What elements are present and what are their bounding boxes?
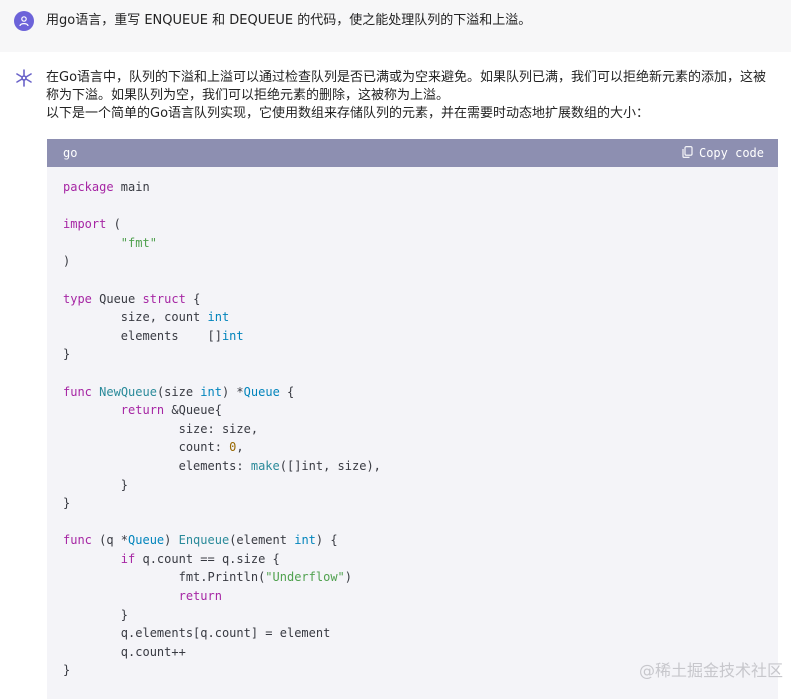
code-token: , [236,440,244,455]
code-token: (q * [91,533,129,548]
code-token: { [185,291,201,306]
code-token: } [63,347,71,362]
code-token: struct [142,291,186,306]
code-token: int [207,310,230,325]
code-token: q.count == q.size { [135,551,280,566]
code-token: "fmt" [120,235,157,250]
code-line: size, count int [63,308,762,327]
code-token: Queue [243,384,280,399]
code-token: int [294,533,316,548]
code-token: ) [63,254,71,269]
code-token: make [250,458,280,473]
assistant-logo-icon [13,67,35,89]
code-token: Enqueue [178,533,230,548]
code-token: return [120,403,165,418]
code-token: ([]int, size), [279,458,381,473]
code-line: count: 0, [63,438,762,457]
code-line: size: size, [63,420,762,439]
copy-code-label: Copy code [698,146,764,160]
code-line: } [63,345,762,364]
code-line: return &Queue{ [63,401,762,420]
code-token: NewQueue [99,384,157,399]
code-line: } [63,494,762,513]
code-content: package main import ( "fmt") type Queue … [47,167,778,680]
clipboard-icon [682,145,693,161]
code-line: q.elements[q.count] = element [63,624,762,643]
code-line: ) [63,252,762,271]
user-message-row: 用go语言，重写 ENQUEUE 和 DEQUEUE 的代码，使之能处理队列的下… [0,0,791,52]
code-token: ) { [315,533,338,548]
code-token: elements [] [63,328,222,343]
code-line: } [63,606,762,625]
code-line: import ( [63,215,762,234]
code-line: func (q *Queue) Enqueue(element int) { [63,531,762,550]
code-line: fmt.Println("Underflow") [63,568,762,587]
user-avatar-icon [14,11,34,31]
code-token: } [63,477,129,492]
code-language-label: go [63,146,78,160]
code-token: func [63,384,92,399]
code-token: { [279,384,295,399]
watermark-text: @稀土掘金技术社区 [638,661,783,680]
code-token: } [63,663,71,678]
code-line: elements: make([]int, size), [63,457,762,476]
code-token: elements: [63,458,251,473]
code-token: size: size, [63,421,259,436]
code-token: (size [156,384,201,399]
user-message-text: 用go语言，重写 ENQUEUE 和 DEQUEUE 的代码，使之能处理队列的下… [46,13,532,28]
answer-paragraph-1: 在Go语言中，队列的下溢和上溢可以通过检查队列是否已满或为空来避免。如果队列已满… [46,70,767,103]
copy-code-button[interactable]: Copy code [682,145,764,161]
code-block: go Copy code package main import ( "fmt"… [47,139,778,699]
code-line: func NewQueue(size int) *Queue { [63,383,762,402]
code-line: } [63,476,762,495]
code-token: q.elements[q.count] = element [63,626,331,641]
code-token: import [63,217,107,232]
code-token: (element [229,533,295,548]
code-token: &Queue{ [164,403,222,418]
code-line: if q.count == q.size { [63,550,762,569]
code-token: int [200,384,222,399]
code-token: func [63,533,92,548]
code-token: ) [344,570,353,585]
code-token: } [63,496,71,511]
code-token: package [63,180,114,194]
code-line: package main [63,178,762,197]
code-token: ) * [221,384,244,399]
code-token: ) [164,533,179,548]
code-token: type [63,291,92,306]
code-token: main [113,180,150,194]
code-line: type Queue struct { [63,290,762,309]
code-token: count: [63,440,230,455]
code-token: return [178,589,222,604]
code-token: Queue [128,533,165,548]
code-token: fmt.Println( [63,570,266,585]
code-token: q.count++ [63,644,186,659]
assistant-answer: 在Go语言中，队列的下溢和上溢可以通过检查队列是否已满或为空来避免。如果队列已满… [46,69,776,123]
code-token: Queue [91,291,143,306]
code-line: return [63,587,762,606]
code-header: go Copy code [47,139,778,167]
code-line: elements []int [63,327,762,346]
code-token: ( [106,217,121,232]
code-token: size, count [63,310,208,325]
code-token: int [221,328,244,343]
code-token: if [120,551,136,566]
code-token: "Underflow" [265,570,345,585]
code-token: } [63,607,129,622]
answer-paragraph-2: 以下是一个简单的Go语言队列实现，它使用数组来存储队列的元素，并在需要时动态地扩… [46,106,650,121]
code-line: "fmt" [63,234,762,253]
